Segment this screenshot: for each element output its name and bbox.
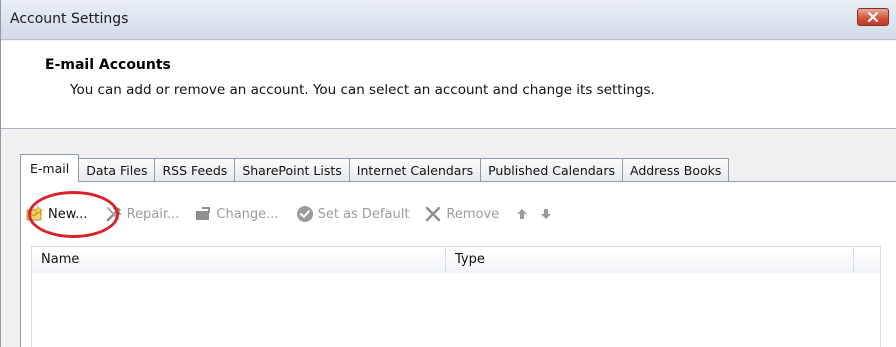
- remove-x-icon: [423, 204, 443, 224]
- close-icon: [867, 12, 879, 22]
- arrow-up-icon: [517, 209, 528, 219]
- tab-internet-calendars[interactable]: Internet Calendars: [348, 158, 482, 182]
- section-title: E-mail Accounts: [45, 57, 171, 73]
- tab-sharepoint-lists[interactable]: SharePoint Lists: [234, 158, 350, 182]
- change-button[interactable]: Change...: [191, 201, 284, 227]
- change-button-label: Change...: [216, 206, 279, 222]
- remove-button-label: Remove: [446, 206, 500, 222]
- repair-button-label: Repair...: [126, 206, 180, 222]
- repair-button[interactable]: Repair...: [102, 201, 186, 227]
- tab-rss-feeds[interactable]: RSS Feeds: [154, 158, 236, 182]
- move-down-button[interactable]: [537, 204, 555, 224]
- new-button-label: New...: [48, 206, 88, 222]
- window-title: Account Settings: [10, 11, 129, 27]
- set-as-default-label: Set as Default: [317, 206, 410, 222]
- column-header-name[interactable]: Name: [32, 247, 446, 273]
- accounts-list[interactable]: [31, 273, 881, 347]
- remove-button[interactable]: Remove: [421, 201, 505, 227]
- set-as-default-button[interactable]: Set as Default: [293, 201, 416, 227]
- repair-tools-icon: [104, 204, 124, 224]
- account-settings-window: Account Settings E-mail Accounts You can…: [0, 0, 896, 347]
- column-header-filler: [854, 247, 880, 273]
- column-header-type[interactable]: Type: [446, 247, 854, 273]
- accounts-list-header: Name Type: [31, 246, 881, 274]
- title-bar: Account Settings: [1, 0, 896, 40]
- tab-address-books[interactable]: Address Books: [621, 158, 730, 182]
- account-toolbar: New... Repair... Change... Set as Defaul…: [23, 197, 555, 231]
- arrow-down-icon: [541, 209, 552, 219]
- section-description: You can add or remove an account. You ca…: [70, 82, 655, 98]
- new-account-icon: [25, 204, 45, 224]
- tab-published-calendars[interactable]: Published Calendars: [480, 158, 623, 182]
- new-button[interactable]: New...: [23, 201, 94, 227]
- tab-data-files[interactable]: Data Files: [78, 158, 156, 182]
- tab-strip: E-mail Data Files RSS Feeds SharePoint L…: [20, 154, 730, 182]
- change-icon: [193, 204, 213, 224]
- move-up-button[interactable]: [513, 204, 531, 224]
- close-button[interactable]: [857, 8, 889, 26]
- checkmark-circle-icon: [295, 204, 315, 224]
- header-area: E-mail Accounts You can add or remove an…: [1, 41, 896, 129]
- tab-email[interactable]: E-mail: [20, 154, 80, 182]
